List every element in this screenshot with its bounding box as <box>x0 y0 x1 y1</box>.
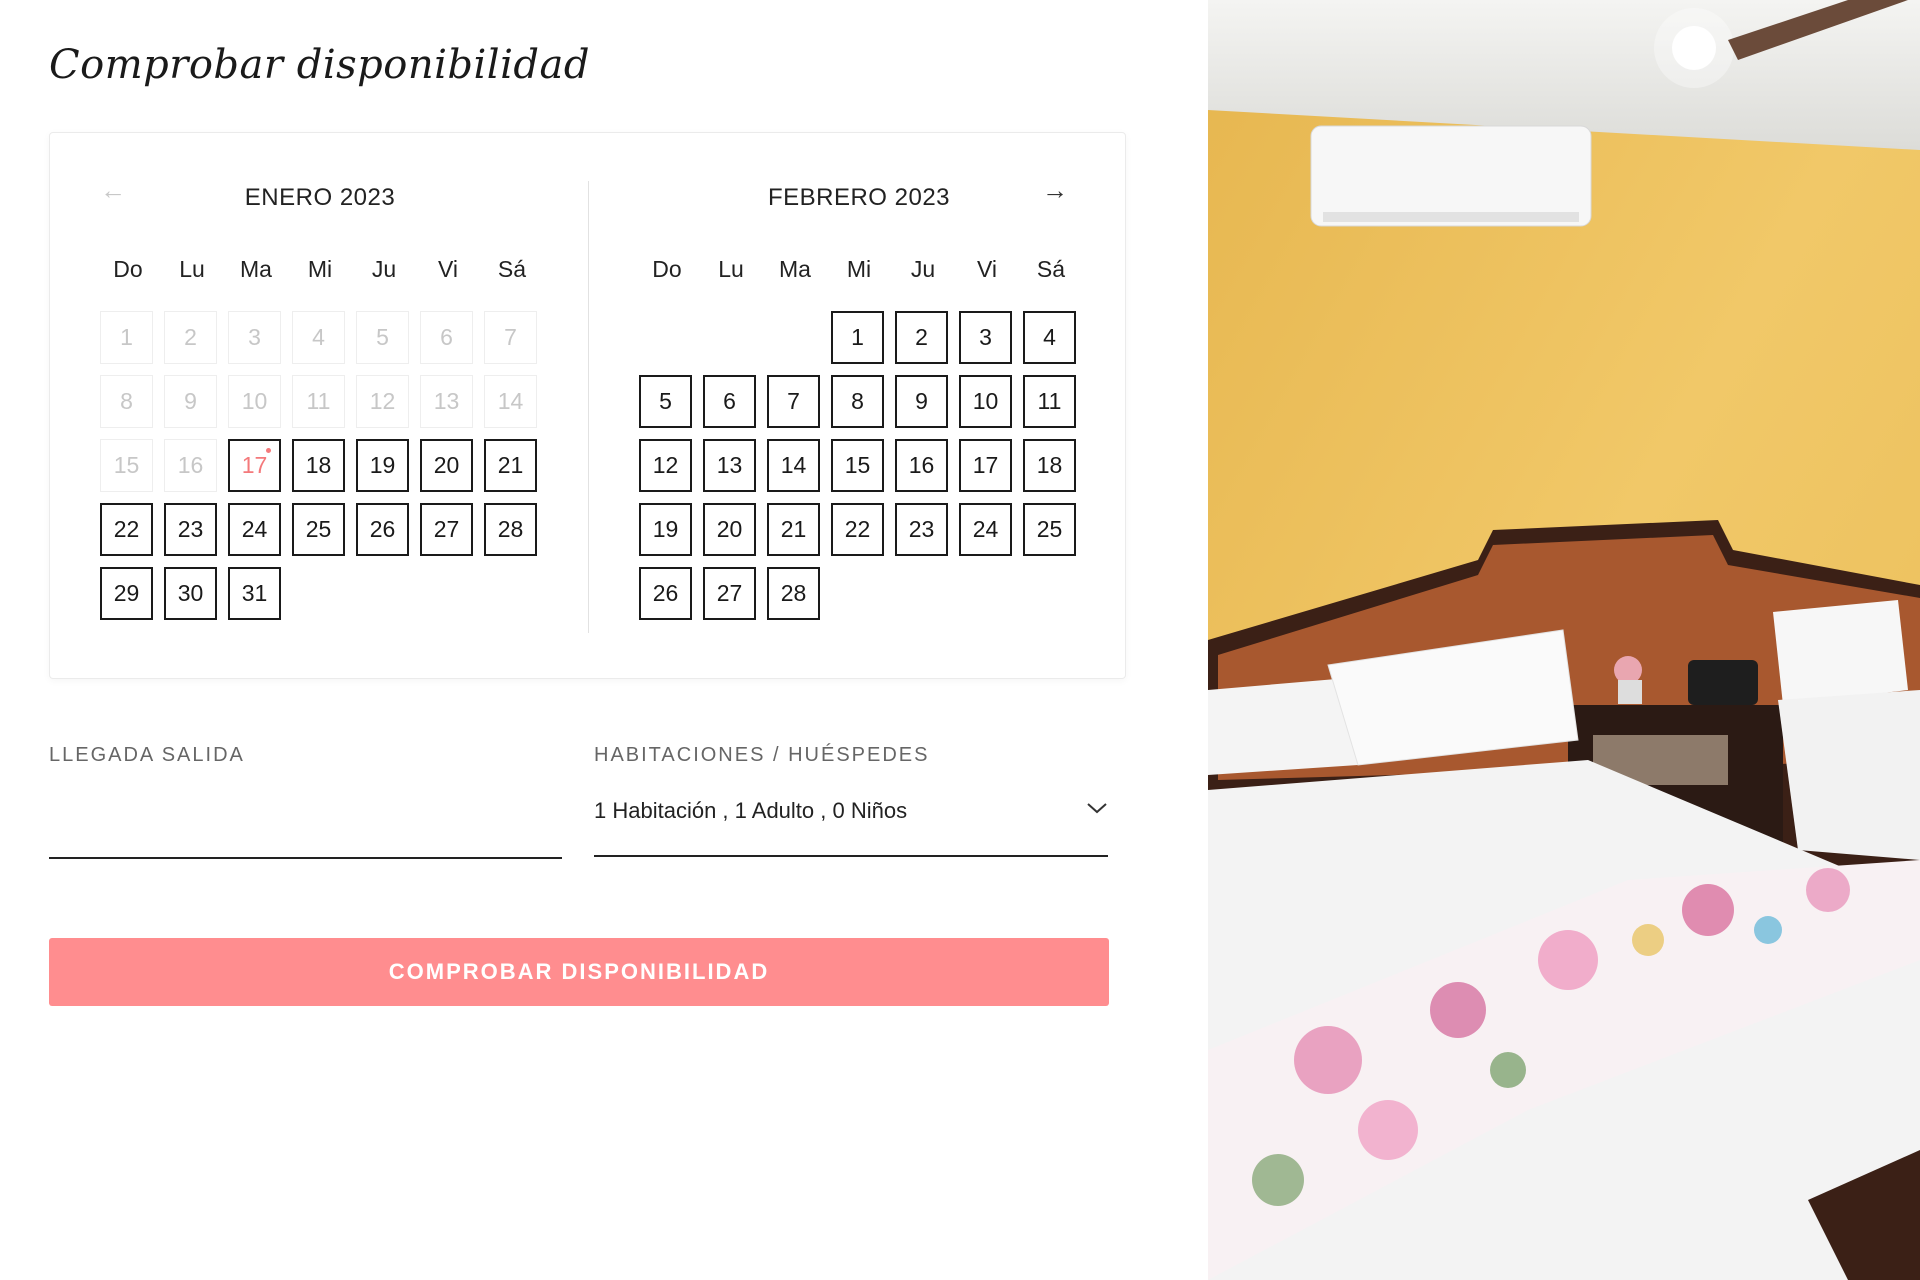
day-cell[interactable]: 20 <box>420 439 473 492</box>
dates-underline <box>49 857 562 859</box>
day-cell[interactable]: 20 <box>703 503 756 556</box>
day-cell: 3 <box>228 311 281 364</box>
day-cell[interactable]: 5 <box>639 375 692 428</box>
day-cell: 16 <box>164 439 217 492</box>
day-cell[interactable]: 8 <box>831 375 884 428</box>
day-cell[interactable]: 23 <box>895 503 948 556</box>
day-cell[interactable]: 29 <box>100 567 153 620</box>
day-cell: 13 <box>420 375 473 428</box>
day-cell: 1 <box>100 311 153 364</box>
day-cell[interactable]: 6 <box>703 375 756 428</box>
day-grid: 1 2 3 4 5 6 7 8 9 10 11 12 13 14 15 16 17 18 19 20 21 22 23 24 2… <box>100 311 540 631</box>
weekday-header: Do Lu Ma Mi Ju Vi Sá <box>639 251 1079 287</box>
day-cell: 15 <box>100 439 153 492</box>
day-cell[interactable]: 30 <box>164 567 217 620</box>
weekday-label: Mi <box>846 256 872 282</box>
booking-panel: Comprobar disponibilidad ← → ENERO 2023 … <box>0 0 1208 1280</box>
month-title: FEBRERO 2023 <box>767 184 951 211</box>
day-cell[interactable]: 7 <box>767 375 820 428</box>
day-cell[interactable]: 16 <box>895 439 948 492</box>
day-cell: 8 <box>100 375 153 428</box>
day-cell[interactable]: 27 <box>703 567 756 620</box>
day-cell[interactable]: 17 <box>959 439 1012 492</box>
day-cell[interactable]: 26 <box>356 503 409 556</box>
day-cell: 14 <box>484 375 537 428</box>
room-image <box>1208 0 1920 1280</box>
guests-select[interactable]: 1 Habitación , 1 Adulto , 0 Niños <box>594 798 907 824</box>
day-cell: 6 <box>420 311 473 364</box>
weekday-label: Sá <box>497 256 527 282</box>
day-cell[interactable]: 12 <box>639 439 692 492</box>
check-availability-button[interactable]: COMPROBAR DISPONIBILIDAD <box>49 938 1109 1006</box>
weekday-label: Vi <box>976 256 998 282</box>
day-cell[interactable]: 13 <box>703 439 756 492</box>
day-cell[interactable]: 24 <box>228 503 281 556</box>
weekday-label: Do <box>652 256 682 282</box>
day-cell[interactable]: 26 <box>639 567 692 620</box>
day-cell: 2 <box>164 311 217 364</box>
day-cell[interactable]: 24 <box>959 503 1012 556</box>
day-cell[interactable]: 18 <box>1023 439 1076 492</box>
day-cell: 12 <box>356 375 409 428</box>
day-cell[interactable]: 21 <box>484 439 537 492</box>
weekday-label: Do <box>113 256 143 282</box>
day-cell[interactable]: 22 <box>831 503 884 556</box>
day-cell: 11 <box>292 375 345 428</box>
guests-label: HABITACIONES / HUÉSPEDES <box>594 744 930 766</box>
day-cell[interactable]: 19 <box>639 503 692 556</box>
day-cell: 4 <box>292 311 345 364</box>
day-cell[interactable]: 14 <box>767 439 820 492</box>
day-cell[interactable]: 2 <box>895 311 948 364</box>
day-cell[interactable]: 9 <box>895 375 948 428</box>
weekday-label: Lu <box>179 256 205 282</box>
day-cell[interactable]: 27 <box>420 503 473 556</box>
day-cell[interactable]: 25 <box>292 503 345 556</box>
weekday-label: Mi <box>307 256 333 282</box>
day-cell: 10 <box>228 375 281 428</box>
day-cell[interactable]: 25 <box>1023 503 1076 556</box>
day-cell[interactable]: 4 <box>1023 311 1076 364</box>
day-cell: 5 <box>356 311 409 364</box>
day-cell[interactable]: 28 <box>484 503 537 556</box>
page-title: Comprobar disponibilidad <box>49 42 590 88</box>
weekday-label: Ju <box>371 256 397 282</box>
day-cell[interactable]: 23 <box>164 503 217 556</box>
calendar-divider <box>588 181 589 633</box>
day-cell[interactable]: 18 <box>292 439 345 492</box>
dates-input[interactable] <box>49 792 565 838</box>
day-cell[interactable]: 3 <box>959 311 1012 364</box>
day-cell[interactable]: 11 <box>1023 375 1076 428</box>
day-cell: 7 <box>484 311 537 364</box>
date-picker-calendar: ← → ENERO 2023 Do Lu Ma Mi Ju Vi Sá 1234567891… <box>49 132 1126 679</box>
day-cell[interactable]: 1 <box>831 311 884 364</box>
weekday-label: Ma <box>240 256 272 282</box>
day-cell[interactable]: 10 <box>959 375 1012 428</box>
weekday-label: Ma <box>779 256 811 282</box>
day-cell[interactable]: 19 <box>356 439 409 492</box>
day-cell[interactable]: 22 <box>100 503 153 556</box>
day-cell: 9 <box>164 375 217 428</box>
weekday-label: Sá <box>1036 256 1066 282</box>
day-cell[interactable]: 21 <box>767 503 820 556</box>
day-cell[interactable]: 17 <box>228 439 281 492</box>
day-cell[interactable]: 31 <box>228 567 281 620</box>
hotel-room-photo <box>1208 0 1920 1280</box>
day-cell[interactable]: 28 <box>767 567 820 620</box>
weekday-label: Lu <box>718 256 744 282</box>
weekday-header: Do Lu Ma Mi Ju Vi Sá <box>100 251 540 287</box>
day-grid: 1 2 3 4 5 6 7 8 9 10 11 12 13 14 15 16 17 18 19 20 21 22 23 24 2… <box>639 311 1079 631</box>
weekday-label: Vi <box>437 256 459 282</box>
month-february: FEBRERO 2023 Do Lu Ma Mi Ju Vi Sá 1 2 3 4 5 6 7 8 9 10 1… <box>639 181 1079 620</box>
guests-underline <box>594 855 1108 857</box>
dates-label: LLEGADA SALIDA <box>49 744 245 766</box>
month-title: ENERO 2023 <box>244 184 396 211</box>
chevron-down-icon[interactable] <box>1085 796 1109 820</box>
day-cell[interactable]: 15 <box>831 439 884 492</box>
month-january: ENERO 2023 Do Lu Ma Mi Ju Vi Sá 1 2 3 4 5 6 7 8 9 10 11 1… <box>100 181 540 620</box>
weekday-label: Ju <box>910 256 936 282</box>
